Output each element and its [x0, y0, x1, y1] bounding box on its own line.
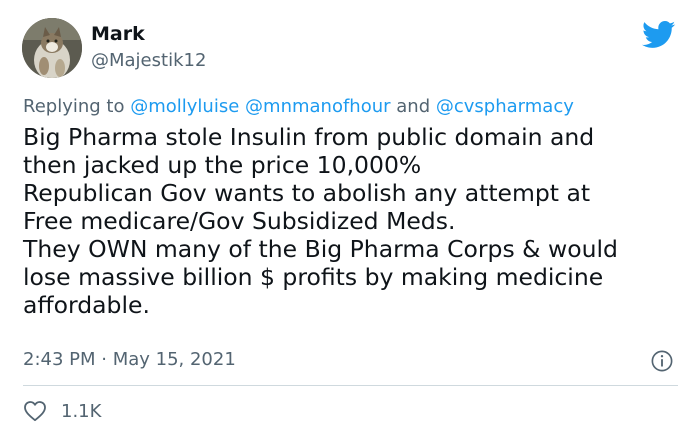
- reply-prefix: Replying to: [23, 96, 125, 117]
- mention-link[interactable]: @mollyluise: [130, 96, 239, 117]
- author-handle[interactable]: @Majestik12: [91, 50, 206, 72]
- reply-context: Replying to @mollyluise @mnmanofhour and…: [23, 95, 574, 119]
- tweet-timestamp[interactable]: 2:43 PM · May 15, 2021: [23, 348, 236, 372]
- tweet-text: Big Pharma stole Insulin from public dom…: [23, 123, 618, 319]
- like-count: 1.1K: [61, 400, 102, 422]
- info-icon[interactable]: [651, 350, 673, 372]
- divider: [23, 385, 678, 386]
- mention-link[interactable]: @mnmanofhour: [245, 96, 391, 117]
- like-button[interactable]: 1.1K: [23, 399, 101, 423]
- mention-link[interactable]: @cvspharmacy: [436, 96, 574, 117]
- reply-conjunction: and: [396, 96, 431, 117]
- heart-icon: [24, 401, 46, 422]
- avatar[interactable]: [22, 18, 82, 78]
- cat-photo: [22, 18, 82, 78]
- twitter-bird-icon[interactable]: [642, 21, 676, 49]
- author-name[interactable]: Mark: [91, 22, 145, 46]
